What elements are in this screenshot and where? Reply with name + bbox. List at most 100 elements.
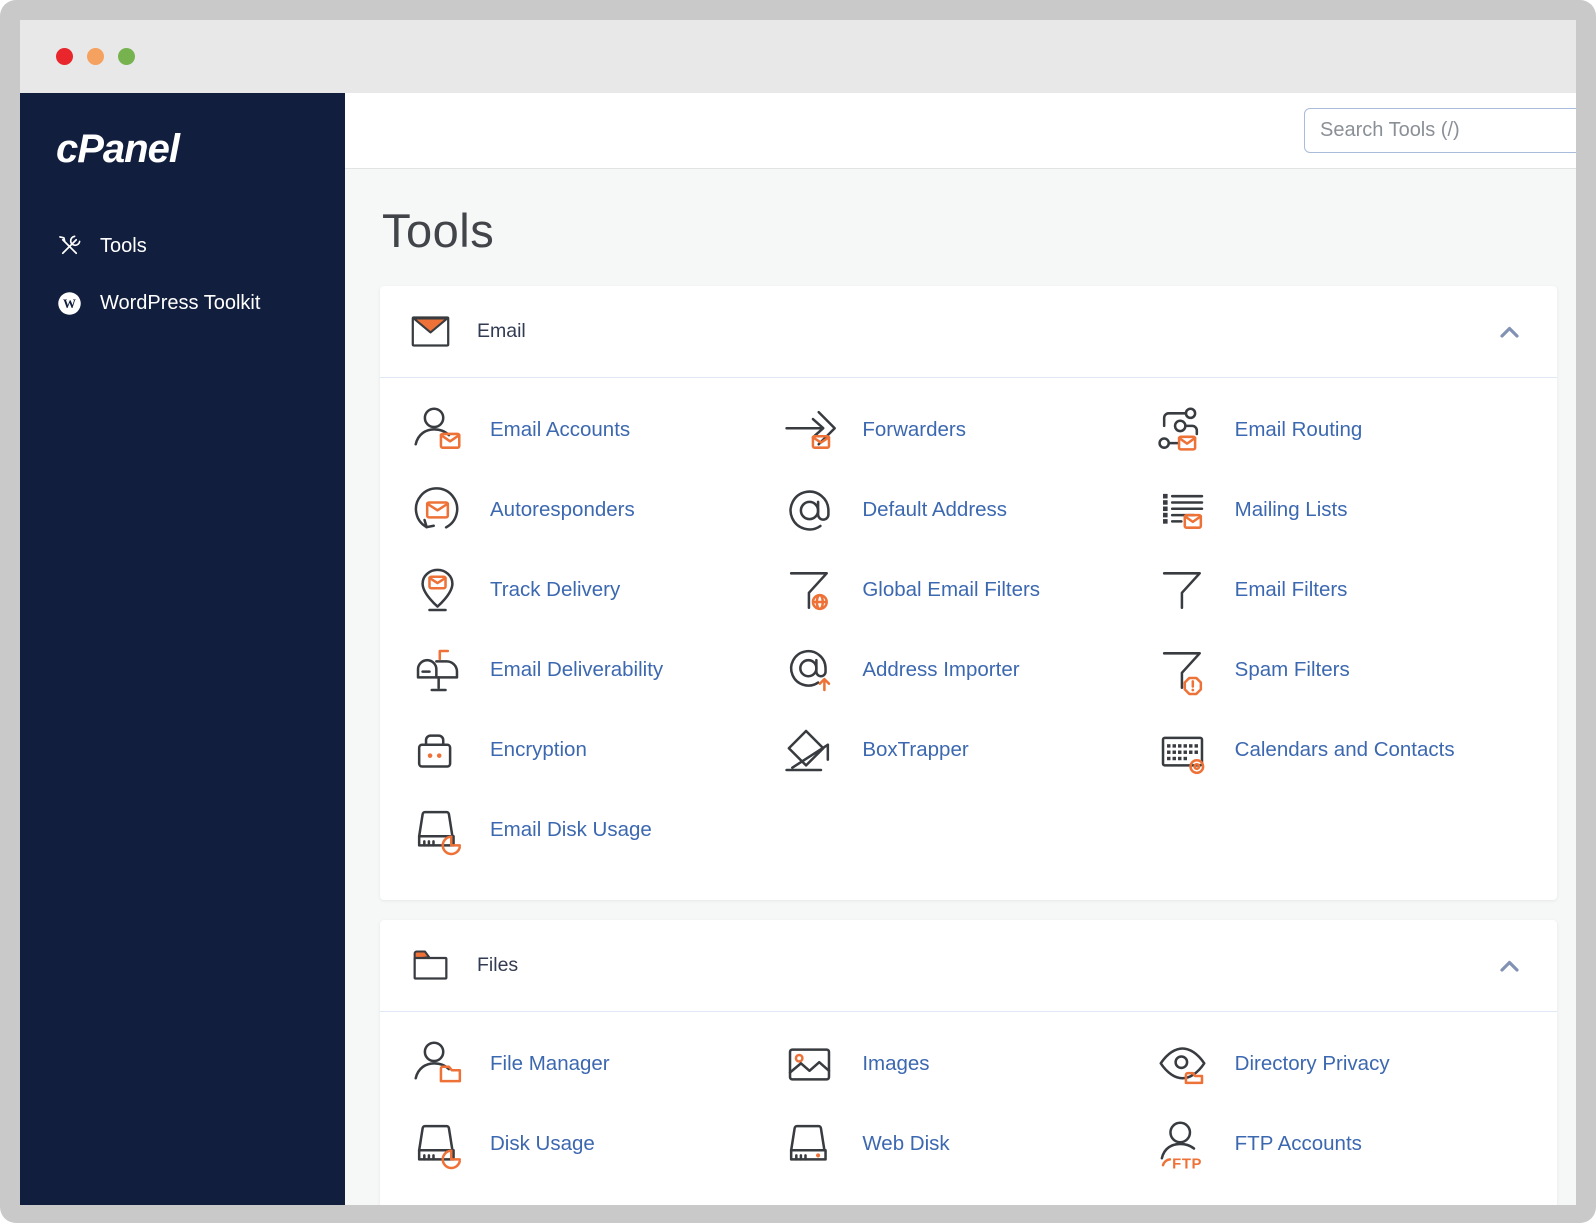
- zoom-button[interactable]: [118, 48, 135, 65]
- tool-item-default-address[interactable]: Default Address: [782, 470, 1154, 550]
- ftp-accounts-icon: FTP: [1155, 1117, 1210, 1172]
- cpanel-logo: cPanel: [56, 127, 180, 171]
- boxtrapper-icon: [782, 723, 837, 778]
- content: Tools Email Email Accounts Forwarders Emai…: [345, 169, 1576, 1205]
- tool-link-autoresponders[interactable]: Autoresponders: [490, 498, 635, 522]
- tool-item-email-disk-usage[interactable]: Email Disk Usage: [410, 790, 782, 870]
- tool-link-email-accounts[interactable]: Email Accounts: [490, 418, 630, 442]
- tool-link-ftp-accounts[interactable]: FTP Accounts: [1235, 1132, 1362, 1156]
- tool-item-file-manager[interactable]: File Manager: [410, 1024, 782, 1104]
- global-email-filters-icon: [782, 563, 837, 618]
- main-area: Tools Email Email AccountsForwardersEmai…: [345, 93, 1576, 1205]
- tool-item-email-routing[interactable]: Email Routing: [1155, 390, 1527, 470]
- tool-item-web-disk[interactable]: Web Disk: [782, 1104, 1154, 1184]
- browser-window: cPanel Tools W WordPress Toolkit Search …: [0, 0, 1596, 1223]
- tool-link-email-deliverability[interactable]: Email Deliverability: [490, 658, 663, 682]
- spam-filters-icon: [1155, 643, 1210, 698]
- tool-link-disk-usage[interactable]: Disk Usage: [490, 1132, 595, 1156]
- address-importer-icon: [782, 643, 837, 698]
- tool-item-spam-filters[interactable]: Spam Filters: [1155, 630, 1527, 710]
- email-filters-icon: [1155, 563, 1210, 618]
- sidebar-item-label: WordPress Toolkit: [100, 292, 261, 314]
- wordpress-icon: W: [56, 290, 83, 317]
- tool-item-disk-usage[interactable]: Disk Usage: [410, 1104, 782, 1184]
- files-section-icon: [410, 945, 451, 986]
- tool-link-email-routing[interactable]: Email Routing: [1235, 418, 1363, 442]
- track-delivery-icon: [410, 563, 465, 618]
- email-accounts-icon: [410, 403, 465, 458]
- tool-item-forwarders[interactable]: Forwarders: [782, 390, 1154, 470]
- sidebar-item-wordpress-toolkit[interactable]: W WordPress Toolkit: [20, 275, 345, 332]
- calendars-contacts-icon: [1155, 723, 1210, 778]
- tool-link-images[interactable]: Images: [862, 1052, 929, 1076]
- tool-item-encryption[interactable]: Encryption: [410, 710, 782, 790]
- disk-usage-icon: [410, 1117, 465, 1172]
- email-disk-usage-icon: [410, 803, 465, 858]
- tool-item-email-accounts[interactable]: Email Accounts: [410, 390, 782, 470]
- tool-item-track-delivery[interactable]: Track Delivery: [410, 550, 782, 630]
- svg-text:FTP: FTP: [1172, 1156, 1202, 1171]
- tool-link-track-delivery[interactable]: Track Delivery: [490, 578, 620, 602]
- tool-link-forwarders[interactable]: Forwarders: [862, 418, 966, 442]
- tool-item-email-deliverability[interactable]: Email Deliverability: [410, 630, 782, 710]
- section-grid: File Manager Images Directory Privacy Disk …: [380, 1012, 1557, 1205]
- search-input[interactable]: [1304, 108, 1576, 153]
- section-grid: Email Accounts Forwarders Email Routing Aut…: [380, 378, 1557, 900]
- email-deliverability-icon: [410, 643, 465, 698]
- tool-link-boxtrapper[interactable]: BoxTrapper: [862, 738, 968, 762]
- default-address-icon: [782, 483, 837, 538]
- tool-item-email-filters[interactable]: Email Filters: [1155, 550, 1527, 630]
- section-label: Email: [477, 320, 526, 342]
- web-disk-icon: [782, 1117, 837, 1172]
- page-title: Tools: [382, 204, 495, 257]
- app-body: cPanel Tools W WordPress Toolkit Search …: [20, 93, 1576, 1205]
- window-viewport: cPanel Tools W WordPress Toolkit Search …: [20, 20, 1576, 1205]
- sections: Email Email Accounts Forwarders Email Rout…: [380, 286, 1557, 1205]
- tool-item-global-email-filters[interactable]: Global Email Filters: [782, 550, 1154, 630]
- tool-link-mailing-lists[interactable]: Mailing Lists: [1235, 498, 1348, 522]
- tool-item-images[interactable]: Images: [782, 1024, 1154, 1104]
- svg-text:W: W: [63, 296, 76, 311]
- mailing-lists-icon: [1155, 483, 1210, 538]
- tool-item-boxtrapper[interactable]: BoxTrapper: [782, 710, 1154, 790]
- section-card-email: Email Email Accounts Forwarders Email Rout…: [380, 286, 1557, 900]
- directory-privacy-icon: [1155, 1037, 1210, 1092]
- minimize-button[interactable]: [87, 48, 104, 65]
- tool-item-address-importer[interactable]: Address Importer: [782, 630, 1154, 710]
- sidebar-nav: Tools W WordPress Toolkit: [20, 218, 345, 332]
- tool-link-default-address[interactable]: Default Address: [862, 498, 1007, 522]
- tool-link-email-disk-usage[interactable]: Email Disk Usage: [490, 818, 652, 842]
- tool-link-email-filters[interactable]: Email Filters: [1235, 578, 1348, 602]
- section-header: Email: [380, 286, 1557, 378]
- collapse-section-button[interactable]: [1495, 320, 1523, 344]
- window-titlebar: [20, 20, 1576, 93]
- tool-item-directory-privacy[interactable]: Directory Privacy: [1155, 1024, 1527, 1104]
- tool-link-global-email-filters[interactable]: Global Email Filters: [862, 578, 1040, 602]
- tool-item-ftp-accounts[interactable]: FTP FTP Accounts: [1155, 1104, 1527, 1184]
- tool-item-calendars-and-contacts[interactable]: Calendars and Contacts: [1155, 710, 1527, 790]
- sidebar-item-tools[interactable]: Tools: [20, 218, 345, 275]
- tools-icon: [56, 233, 83, 260]
- tool-link-address-importer[interactable]: Address Importer: [862, 658, 1019, 682]
- email-routing-icon: [1155, 403, 1210, 458]
- tool-link-encryption[interactable]: Encryption: [490, 738, 587, 762]
- images-icon: [782, 1037, 837, 1092]
- email-section-icon: [410, 311, 451, 352]
- section-header: Files: [380, 920, 1557, 1012]
- tool-link-web-disk[interactable]: Web Disk: [862, 1132, 949, 1156]
- section-label: Files: [477, 954, 519, 976]
- tool-link-calendars-and-contacts[interactable]: Calendars and Contacts: [1235, 738, 1455, 762]
- tool-link-spam-filters[interactable]: Spam Filters: [1235, 658, 1350, 682]
- chevron-up-icon: [1499, 960, 1519, 972]
- autoresponders-icon: [410, 483, 465, 538]
- tool-link-directory-privacy[interactable]: Directory Privacy: [1235, 1052, 1390, 1076]
- sidebar: cPanel Tools W WordPress Toolkit: [20, 93, 345, 1205]
- close-button[interactable]: [56, 48, 73, 65]
- tool-item-mailing-lists[interactable]: Mailing Lists: [1155, 470, 1527, 550]
- collapse-section-button[interactable]: [1495, 954, 1523, 978]
- sidebar-item-label: Tools: [100, 235, 147, 257]
- tool-item-autoresponders[interactable]: Autoresponders: [410, 470, 782, 550]
- tool-link-file-manager[interactable]: File Manager: [490, 1052, 610, 1076]
- section-card-files: Files File Manager Images Directory Privac…: [380, 920, 1557, 1205]
- forwarders-icon: [782, 403, 837, 458]
